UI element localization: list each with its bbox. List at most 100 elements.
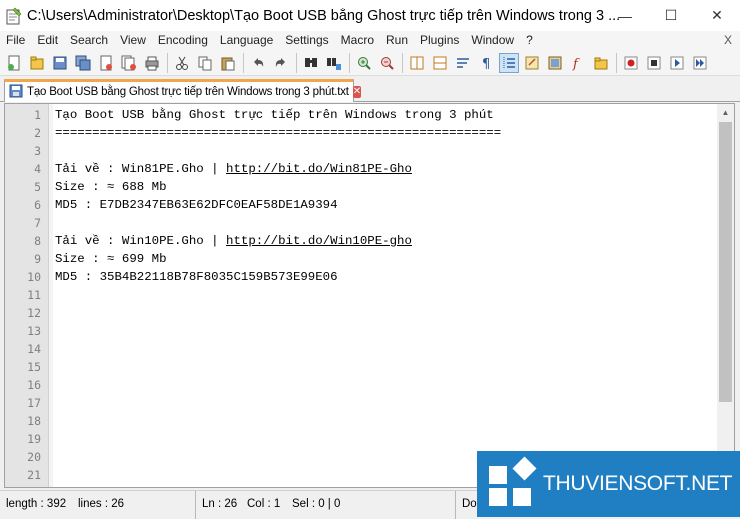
- menu-run[interactable]: Run: [380, 31, 414, 50]
- run-macro-multiple-icon[interactable]: [690, 53, 710, 73]
- undo-icon[interactable]: [248, 53, 268, 73]
- menu-bar: File Edit Search View Encoding Language …: [0, 31, 740, 50]
- indent-guide-icon[interactable]: [499, 52, 519, 73]
- code-text: Tải về : Win81PE.Gho |: [55, 162, 227, 176]
- watermark-logo: THUVIENSOFT.NET: [477, 451, 740, 517]
- text-editor[interactable]: 1 2 3 4 5 6 7 8 9 10 11 12 13 14 15 16 17 18 19 20 21 Tạo Bo…: [4, 103, 735, 488]
- code-text: Size : ≈ 688 Mb: [55, 180, 167, 194]
- tab-bar: Tạo Boot USB bằng Ghost trực tiếp trên W…: [0, 76, 740, 102]
- watermark-text: THUVIENSOFT.NET: [543, 472, 733, 495]
- menu-help[interactable]: ?: [520, 31, 539, 50]
- scroll-up-icon[interactable]: ▲: [717, 104, 734, 121]
- line-number: 3: [34, 144, 41, 158]
- close-all-icon[interactable]: [119, 53, 139, 73]
- tab-label: Tạo Boot USB bằng Ghost trực tiếp trên W…: [27, 86, 349, 98]
- code-line[interactable]: Tải về : Win81PE.Gho | http://bit.do/Win…: [55, 160, 412, 178]
- menu-language[interactable]: Language: [214, 31, 279, 50]
- code-line[interactable]: Tải về : Win10PE.Gho | http://bit.do/Win…: [55, 232, 412, 250]
- code-line[interactable]: MD5 : 35B4B22118B78F8035C159B573E99E06: [55, 268, 338, 286]
- code-line[interactable]: Tạo Boot USB bằng Ghost trực tiếp trên W…: [55, 106, 494, 124]
- code-line[interactable]: ========================================…: [55, 124, 501, 142]
- line-number: 5: [34, 180, 41, 194]
- zoom-out-icon[interactable]: [377, 53, 397, 73]
- find-icon[interactable]: [301, 53, 321, 73]
- save-icon[interactable]: [50, 53, 70, 73]
- close-window-button[interactable]: ✕: [694, 0, 740, 31]
- doc-map-icon[interactable]: [545, 53, 565, 73]
- word-wrap-icon[interactable]: [453, 53, 473, 73]
- open-file-icon[interactable]: [27, 53, 47, 73]
- tab-close-icon[interactable]: ✕: [352, 86, 362, 98]
- line-number: 14: [27, 342, 41, 356]
- play-macro-icon[interactable]: [667, 53, 687, 73]
- status-line-number: Ln : 26: [195, 491, 237, 519]
- show-all-chars-icon[interactable]: ¶: [476, 53, 496, 73]
- code-link[interactable]: http://bit.do/Win10PE-gho: [226, 234, 412, 248]
- menu-plugins[interactable]: Plugins: [414, 31, 465, 50]
- zoom-in-icon[interactable]: [354, 53, 374, 73]
- code-text: Size : ≈ 699 Mb: [55, 252, 167, 266]
- status-eol[interactable]: Do: [455, 491, 477, 519]
- code-line[interactable]: Size : ≈ 688 Mb: [55, 178, 167, 196]
- paste-icon[interactable]: [218, 53, 238, 73]
- stop-record-icon[interactable]: [644, 53, 664, 73]
- record-macro-icon[interactable]: [621, 53, 641, 73]
- line-number: 16: [27, 378, 41, 392]
- code-line[interactable]: Size : ≈ 699 Mb: [55, 250, 167, 268]
- title-bar: C:\Users\Administrator\Desktop\Tạo Boot …: [0, 0, 740, 31]
- code-link[interactable]: http://bit.do/Win81PE-Gho: [226, 162, 412, 176]
- status-column: Col : 1: [247, 498, 281, 510]
- line-number-gutter: 1 2 3 4 5 6 7 8 9 10 11 12 13 14 15 16 17 18 19 20 21: [5, 104, 49, 487]
- minimize-button[interactable]: —: [602, 0, 648, 31]
- new-file-icon[interactable]: [4, 53, 24, 73]
- scroll-thumb[interactable]: [719, 122, 732, 402]
- redo-icon[interactable]: [271, 53, 291, 73]
- code-text: MD5 : E7DB2347EB63E62DFC0EAF58DE1A9394: [55, 198, 338, 212]
- close-document-button[interactable]: X: [724, 31, 732, 50]
- tab-document[interactable]: Tạo Boot USB bằng Ghost trực tiếp trên W…: [4, 79, 362, 102]
- menu-window[interactable]: Window: [465, 31, 520, 50]
- print-icon[interactable]: [142, 53, 162, 73]
- menu-settings[interactable]: Settings: [279, 31, 334, 50]
- folder-workspace-icon[interactable]: [591, 53, 611, 73]
- save-all-icon[interactable]: [73, 53, 93, 73]
- toolbar: ¶ f: [0, 50, 740, 76]
- sync-vertical-icon[interactable]: [407, 53, 427, 73]
- function-list-icon[interactable]: f: [568, 53, 588, 73]
- line-number: 7: [34, 216, 41, 230]
- status-selection: Sel : 0 | 0: [292, 498, 341, 510]
- line-number: 21: [27, 468, 41, 482]
- udl-icon[interactable]: [522, 53, 542, 73]
- line-number: 10: [27, 270, 41, 284]
- menu-search[interactable]: Search: [64, 31, 114, 50]
- replace-icon[interactable]: [324, 53, 344, 73]
- save-status-icon: [9, 84, 23, 101]
- menu-macro[interactable]: Macro: [335, 31, 380, 50]
- code-text: MD5 : 35B4B22118B78F8035C159B573E99E06: [55, 270, 338, 284]
- line-number: 4: [34, 162, 41, 176]
- line-number: 18: [27, 414, 41, 428]
- line-number: 13: [27, 324, 41, 338]
- menu-encoding[interactable]: Encoding: [152, 31, 214, 50]
- thuviensoft-logo-icon: [485, 456, 541, 512]
- menu-view[interactable]: View: [114, 31, 152, 50]
- status-lines: lines : 26: [78, 498, 125, 510]
- line-number: 17: [27, 396, 41, 410]
- sync-horizontal-icon[interactable]: [430, 53, 450, 73]
- line-number: 20: [27, 450, 41, 464]
- line-number: 12: [27, 306, 41, 320]
- maximize-button[interactable]: ☐: [648, 0, 694, 31]
- code-line[interactable]: MD5 : E7DB2347EB63E62DFC0EAF58DE1A9394: [55, 196, 338, 214]
- copy-icon[interactable]: [195, 53, 215, 73]
- code-text: ========================================…: [55, 126, 502, 140]
- menu-edit[interactable]: Edit: [31, 31, 64, 50]
- menu-file[interactable]: File: [0, 31, 31, 50]
- line-number: 19: [27, 432, 41, 446]
- svg-text:f: f: [572, 57, 580, 71]
- line-number: 15: [27, 360, 41, 374]
- cut-icon[interactable]: [172, 53, 192, 73]
- line-number: 9: [34, 252, 41, 266]
- close-icon[interactable]: [96, 53, 116, 73]
- vertical-scrollbar[interactable]: ▲ ▼: [717, 104, 734, 487]
- code-text: Tải về : Win10PE.Gho |: [55, 234, 227, 248]
